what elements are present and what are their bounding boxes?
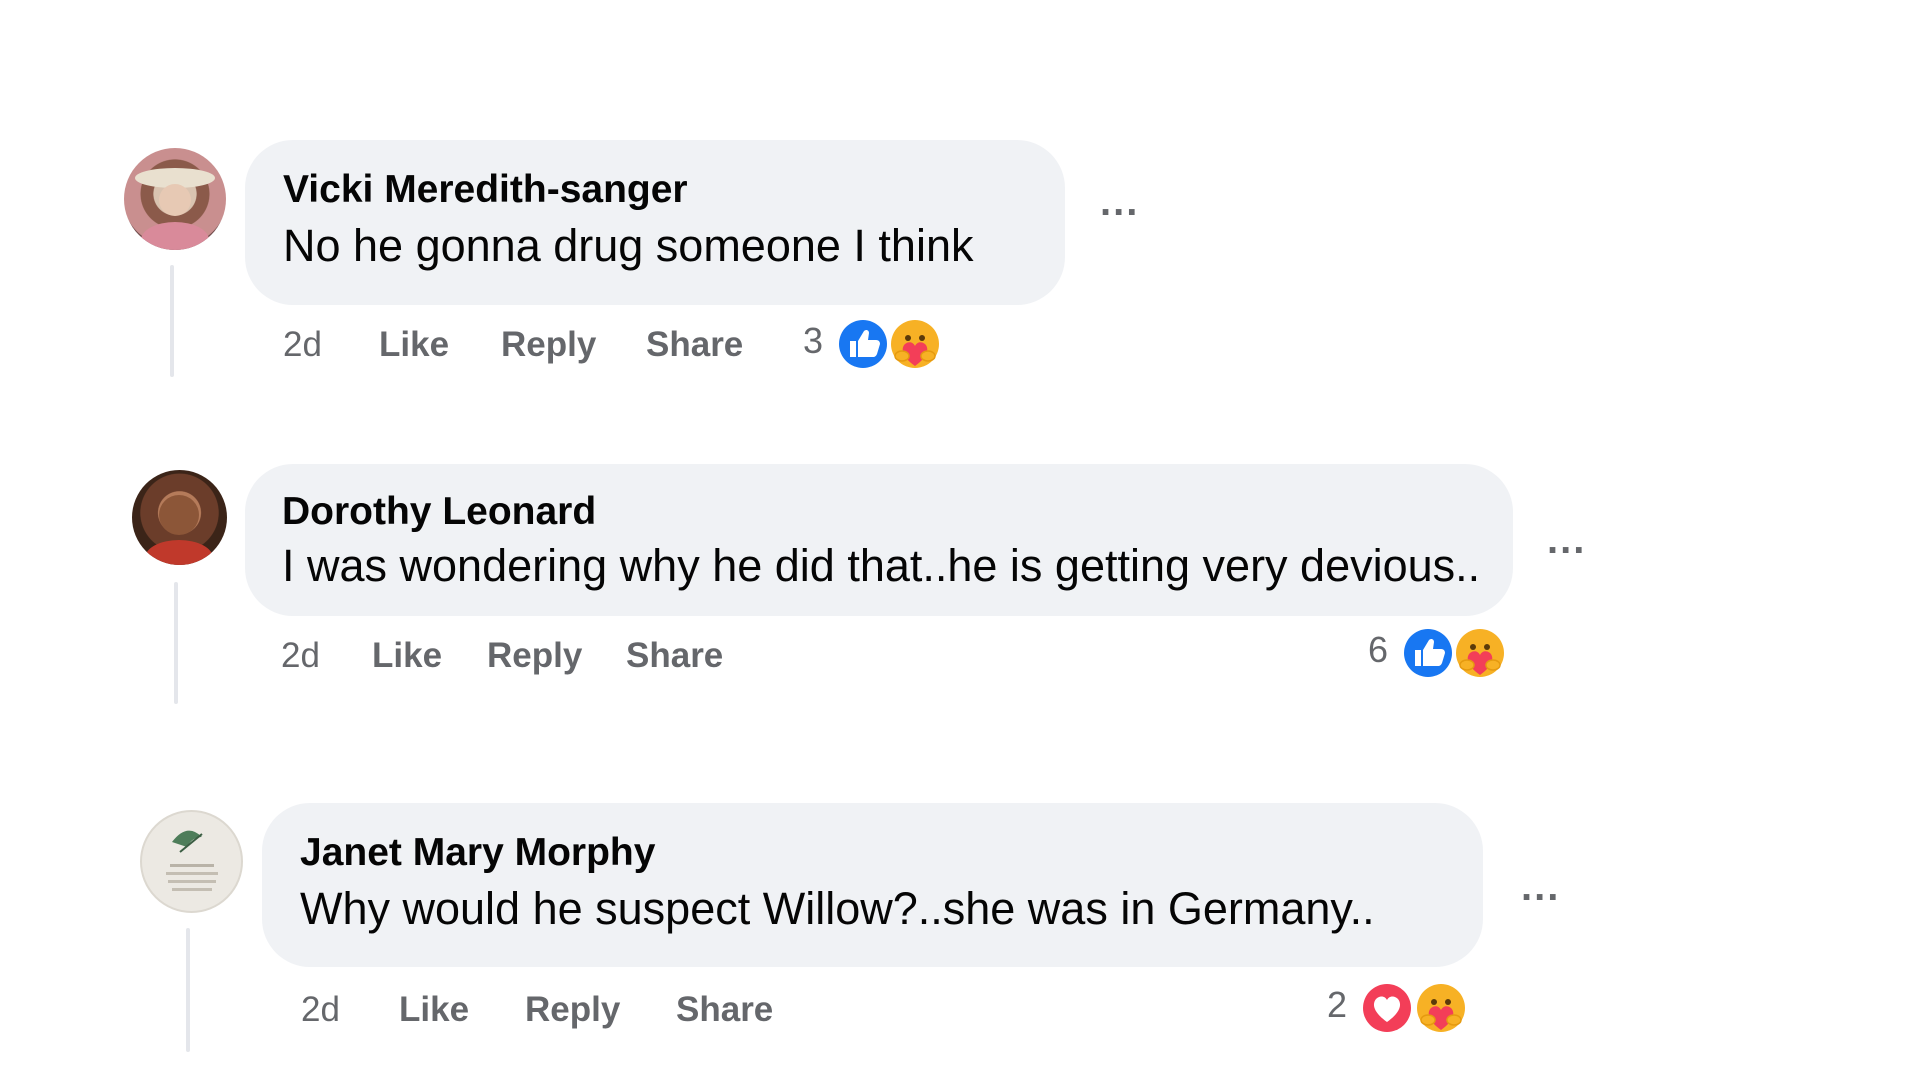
reaction-count: 6: [1368, 629, 1389, 670]
comment-actions: 2d Like Reply Share: [301, 990, 1001, 1040]
reply-button[interactable]: Reply: [501, 325, 596, 365]
comment-author[interactable]: Dorothy Leonard: [282, 490, 596, 534]
avatar-image: [166, 830, 218, 891]
like-button[interactable]: Like: [372, 636, 442, 676]
more-options-button[interactable]: ...: [1547, 518, 1586, 563]
reaction-count: 2: [1327, 984, 1348, 1025]
comment-bubble: Dorothy Leonard I was wondering why he d…: [245, 464, 1513, 616]
reactions-summary[interactable]: 3: [803, 316, 963, 372]
thread-line: [186, 928, 190, 1052]
reactions-summary[interactable]: 6: [1368, 625, 1528, 681]
like-icon: [835, 316, 891, 372]
share-button[interactable]: Share: [646, 325, 743, 365]
care-icon: [887, 316, 943, 372]
comment-bubble: Vicki Meredith-sanger No he gonna drug s…: [245, 140, 1065, 305]
love-icon: [1359, 980, 1415, 1036]
share-button[interactable]: Share: [626, 636, 723, 676]
more-options-button[interactable]: ...: [1100, 180, 1139, 225]
avatar-image: [145, 495, 213, 565]
comment-bubble: Janet Mary Morphy Why would he suspect W…: [262, 803, 1483, 967]
care-icon: [1413, 980, 1469, 1036]
more-options-button[interactable]: ...: [1521, 865, 1560, 910]
comment-actions: 2d Like Reply Share: [281, 636, 981, 686]
reactions-summary[interactable]: 2: [1327, 980, 1492, 1036]
reaction-count: 3: [803, 320, 824, 361]
comment-text: No he gonna drug someone I think: [283, 220, 974, 271]
avatar[interactable]: [140, 810, 243, 913]
like-button[interactable]: Like: [399, 990, 469, 1030]
thread-line: [174, 582, 178, 704]
comment-text: Why would he suspect Willow?..she was in…: [300, 883, 1375, 934]
avatar[interactable]: [124, 148, 226, 250]
like-button[interactable]: Like: [379, 325, 449, 365]
comment-timestamp[interactable]: 2d: [283, 325, 322, 365]
reply-button[interactable]: Reply: [487, 636, 582, 676]
comment-timestamp[interactable]: 2d: [301, 990, 340, 1030]
comment-text: I was wondering why he did that..he is g…: [282, 540, 1481, 591]
care-icon: [1452, 625, 1508, 681]
reply-button[interactable]: Reply: [525, 990, 620, 1030]
avatar-image: [135, 168, 215, 250]
share-button[interactable]: Share: [676, 990, 773, 1030]
comment-timestamp[interactable]: 2d: [281, 636, 320, 676]
like-icon: [1400, 625, 1456, 681]
comment-author[interactable]: Janet Mary Morphy: [300, 831, 655, 875]
comment-author[interactable]: Vicki Meredith-sanger: [283, 168, 688, 212]
avatar[interactable]: [132, 470, 227, 565]
thread-line: [170, 265, 174, 377]
